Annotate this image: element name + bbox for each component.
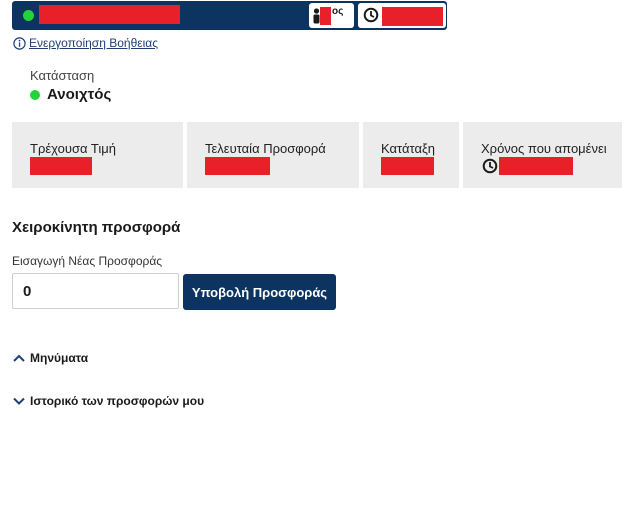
messages-label: Μηνύματα bbox=[30, 351, 89, 365]
bid-amount-input[interactable] bbox=[12, 273, 179, 309]
bid-history-label: Ιστορικό των προσφορών μου bbox=[30, 394, 205, 408]
status-text: Ανοιχτός bbox=[47, 86, 112, 103]
manual-bid-title: Χειροκίνητη προσφορά bbox=[12, 219, 181, 236]
card-time-left: Χρόνος που απομένει bbox=[463, 122, 622, 188]
clock-icon bbox=[482, 158, 498, 174]
help-toggle[interactable]: Ενεργοποίηση Βοήθειας bbox=[13, 36, 158, 50]
bid-history-toggle[interactable]: Ιστορικό των προσφορών μου bbox=[12, 394, 204, 408]
card-label: Τελευταία Προσφορά bbox=[205, 141, 326, 156]
messages-toggle[interactable]: Μηνύματα bbox=[12, 351, 88, 365]
auction-header-bar: ος bbox=[12, 1, 447, 30]
rank-suffix: ος bbox=[332, 6, 344, 17]
redacted-current-price bbox=[30, 157, 92, 175]
card-ranking: Κατάταξη bbox=[363, 122, 459, 188]
info-icon bbox=[13, 36, 26, 50]
status-value: Ανοιχτός bbox=[30, 86, 111, 103]
redacted-last-bid bbox=[205, 157, 270, 175]
submit-bid-button[interactable]: Υποβολή Προσφοράς bbox=[183, 274, 336, 310]
redacted-item-name bbox=[39, 5, 180, 24]
clock-icon bbox=[363, 7, 379, 23]
redacted-rank bbox=[320, 7, 331, 25]
status-dot-icon bbox=[23, 10, 34, 21]
rank-badge: ος bbox=[309, 3, 354, 28]
status-label: Κατάσταση bbox=[30, 68, 95, 83]
time-badge bbox=[358, 3, 446, 28]
card-label: Χρόνος που απομένει bbox=[481, 141, 607, 156]
redacted-time bbox=[382, 7, 443, 26]
card-current-price: Τρέχουσα Τιμή bbox=[12, 122, 183, 188]
chevron-down-icon bbox=[13, 397, 25, 405]
help-link[interactable]: Ενεργοποίηση Βοήθειας bbox=[29, 36, 158, 50]
bid-input-label: Εισαγωγή Νέας Προσφοράς bbox=[12, 254, 163, 268]
redacted-ranking bbox=[381, 157, 434, 175]
redacted-time-left bbox=[499, 157, 573, 175]
card-label: Τρέχουσα Τιμή bbox=[30, 141, 116, 156]
card-label: Κατάταξη bbox=[381, 141, 436, 156]
open-status-dot-icon bbox=[30, 89, 40, 100]
person-icon bbox=[313, 8, 320, 24]
card-last-bid: Τελευταία Προσφορά bbox=[187, 122, 359, 188]
chevron-up-icon bbox=[13, 354, 25, 362]
